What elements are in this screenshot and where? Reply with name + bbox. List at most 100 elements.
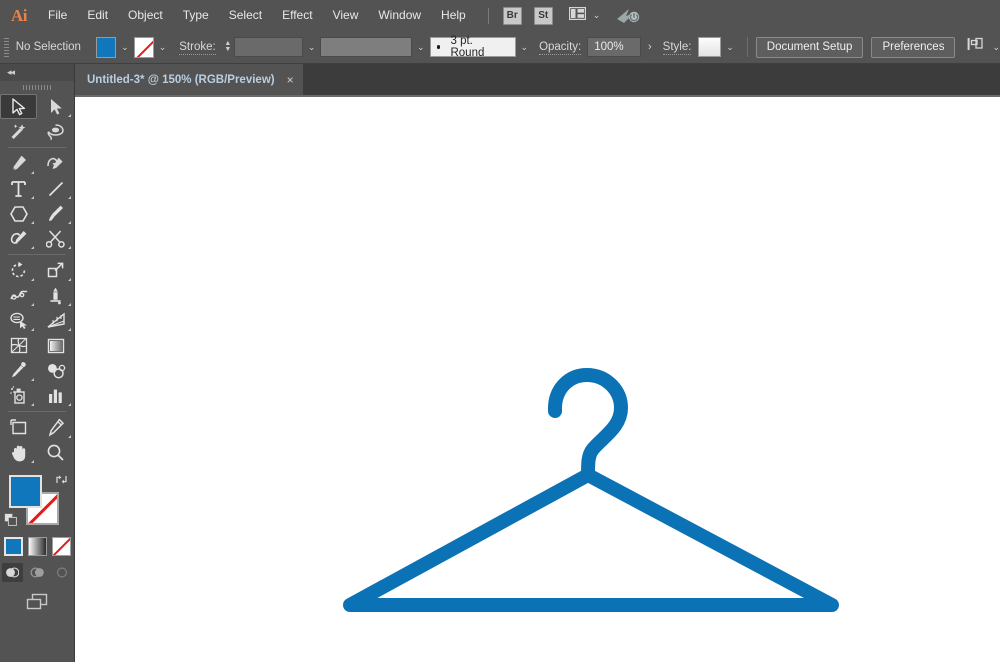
- type-tool[interactable]: [0, 176, 37, 201]
- curvature-tool[interactable]: [37, 151, 74, 176]
- anchor-point[interactable]: [828, 601, 833, 606]
- magic-wand-tool[interactable]: [0, 119, 37, 144]
- brush-definition-select[interactable]: 3 pt. Round: [429, 35, 516, 59]
- scissors-eraser-tool[interactable]: [37, 226, 74, 251]
- tool-more-corner-icon: [31, 171, 34, 174]
- color-swatch-button[interactable]: [3, 537, 23, 556]
- selection-tool[interactable]: [0, 94, 37, 119]
- shape-builder-tool[interactable]: [0, 308, 37, 333]
- app-logo-icon: Ai: [11, 5, 28, 25]
- free-transform-tool[interactable]: [37, 283, 74, 308]
- bridge-icon[interactable]: Br: [502, 6, 522, 25]
- gradient-tool[interactable]: [37, 333, 74, 358]
- close-icon[interactable]: ×: [287, 73, 294, 87]
- hand-tool[interactable]: [0, 440, 37, 465]
- tool-more-corner-icon: [68, 246, 71, 249]
- drawing-mode-row: [0, 563, 74, 582]
- opacity-label[interactable]: Opacity:: [539, 40, 582, 55]
- tool-more-corner-icon: [31, 403, 34, 406]
- clothes-hanger-artwork[interactable]: [75, 97, 1000, 662]
- tool-grid-navigation: [0, 415, 74, 465]
- cc-sync-icon[interactable]: [616, 7, 640, 25]
- draw-inside-icon[interactable]: [52, 563, 73, 582]
- collapse-panel-icon[interactable]: ◂◂: [7, 67, 15, 78]
- change-screen-mode-icon[interactable]: [23, 591, 51, 613]
- tool-more-corner-icon: [68, 403, 71, 406]
- graphic-style-swatch[interactable]: [698, 37, 722, 57]
- menu-effect[interactable]: Effect: [272, 0, 322, 31]
- menu-object[interactable]: Object: [118, 0, 173, 31]
- document-tab-title: Untitled-3* @ 150% (RGB/Preview): [87, 73, 275, 86]
- opacity-options-icon[interactable]: ›: [641, 41, 659, 53]
- tool-divider: [8, 147, 66, 148]
- style-chevron-down-icon[interactable]: ⌄: [721, 37, 739, 58]
- blend-tool[interactable]: [37, 358, 74, 383]
- mesh-tool[interactable]: [0, 333, 37, 358]
- symbol-sprayer-tool[interactable]: [0, 383, 37, 408]
- shaper-pencil-tool[interactable]: [0, 226, 37, 251]
- stroke-chevron-down-icon[interactable]: ⌄: [154, 37, 172, 58]
- rectangle-shape-tool[interactable]: [0, 201, 37, 226]
- swap-fill-stroke-icon[interactable]: [55, 473, 68, 491]
- stroke-weight-input[interactable]: [233, 37, 303, 57]
- slice-tool[interactable]: [37, 415, 74, 440]
- default-fill-stroke-icon[interactable]: [4, 513, 18, 532]
- menu-help[interactable]: Help: [431, 0, 476, 31]
- style-label[interactable]: Style:: [662, 40, 692, 55]
- opacity-input[interactable]: 100%: [587, 37, 641, 57]
- variable-width-profile-input[interactable]: [320, 37, 413, 57]
- draw-behind-icon[interactable]: [27, 563, 48, 582]
- column-graph-tool[interactable]: [37, 383, 74, 408]
- none-swatch-button[interactable]: [51, 537, 71, 556]
- direct-selection-tool[interactable]: [37, 94, 74, 119]
- paintbrush-tool[interactable]: [37, 201, 74, 226]
- menu-file[interactable]: File: [38, 0, 77, 31]
- tool-more-corner-icon: [31, 460, 34, 463]
- draw-normal-icon[interactable]: [1, 563, 23, 582]
- tool-more-corner-icon: [68, 278, 71, 281]
- lasso-tool[interactable]: [37, 119, 74, 144]
- workspace-switcher[interactable]: ⌄: [568, 6, 601, 25]
- rotate-tool[interactable]: [0, 258, 37, 283]
- width-warp-tool[interactable]: [0, 283, 37, 308]
- chevron-down-icon: ⌄: [592, 10, 601, 20]
- menu-edit[interactable]: Edit: [77, 0, 118, 31]
- menu-divider: [487, 7, 489, 24]
- stepper-down-icon: ▼: [224, 46, 232, 53]
- tool-grid-transform: [0, 258, 74, 408]
- zoom-tool[interactable]: [37, 440, 74, 465]
- menu-select[interactable]: Select: [219, 0, 272, 31]
- workspace-layout-icon: [568, 6, 586, 25]
- artboard-canvas[interactable]: [75, 97, 1000, 662]
- stroke-weight-chevron-down-icon[interactable]: ⌄: [303, 37, 321, 58]
- tool-more-corner-icon: [31, 246, 34, 249]
- document-tab[interactable]: Untitled-3* @ 150% (RGB/Preview) ×: [75, 64, 303, 95]
- stroke-weight-stepper[interactable]: ▲ ▼: [222, 37, 234, 58]
- tool-more-corner-icon: [31, 221, 34, 224]
- stroke-label[interactable]: Stroke:: [179, 40, 216, 55]
- variable-width-chevron-down-icon[interactable]: ⌄: [412, 37, 430, 58]
- artboard-tool[interactable]: [0, 415, 37, 440]
- document-setup-button[interactable]: Document Setup: [755, 36, 864, 58]
- stock-icon[interactable]: St: [533, 6, 553, 25]
- line-segment-tool[interactable]: [37, 176, 74, 201]
- eyedropper-tool[interactable]: [0, 358, 37, 383]
- align-options[interactable]: ⌄: [967, 37, 1000, 57]
- fill-color-large-swatch[interactable]: [9, 475, 42, 508]
- perspective-grid-tool[interactable]: [37, 308, 74, 333]
- menu-view[interactable]: View: [323, 0, 369, 31]
- gradient-swatch-button[interactable]: [27, 537, 47, 556]
- scale-tool[interactable]: [37, 258, 74, 283]
- preferences-button[interactable]: Preferences: [871, 36, 956, 58]
- fill-color-swatch[interactable]: [96, 36, 117, 58]
- menu-type[interactable]: Type: [173, 0, 219, 31]
- menu-window[interactable]: Window: [368, 0, 431, 31]
- control-bar-grip[interactable]: [4, 37, 9, 57]
- tools-panel-grip[interactable]: [0, 81, 74, 94]
- brush-chevron-down-icon[interactable]: ⌄: [516, 37, 534, 58]
- hanger-hook: [548, 368, 628, 482]
- tool-divider: [8, 254, 66, 255]
- pen-tool[interactable]: [0, 151, 37, 176]
- fill-chevron-down-icon[interactable]: ⌄: [116, 37, 134, 58]
- stroke-color-swatch[interactable]: [133, 36, 154, 58]
